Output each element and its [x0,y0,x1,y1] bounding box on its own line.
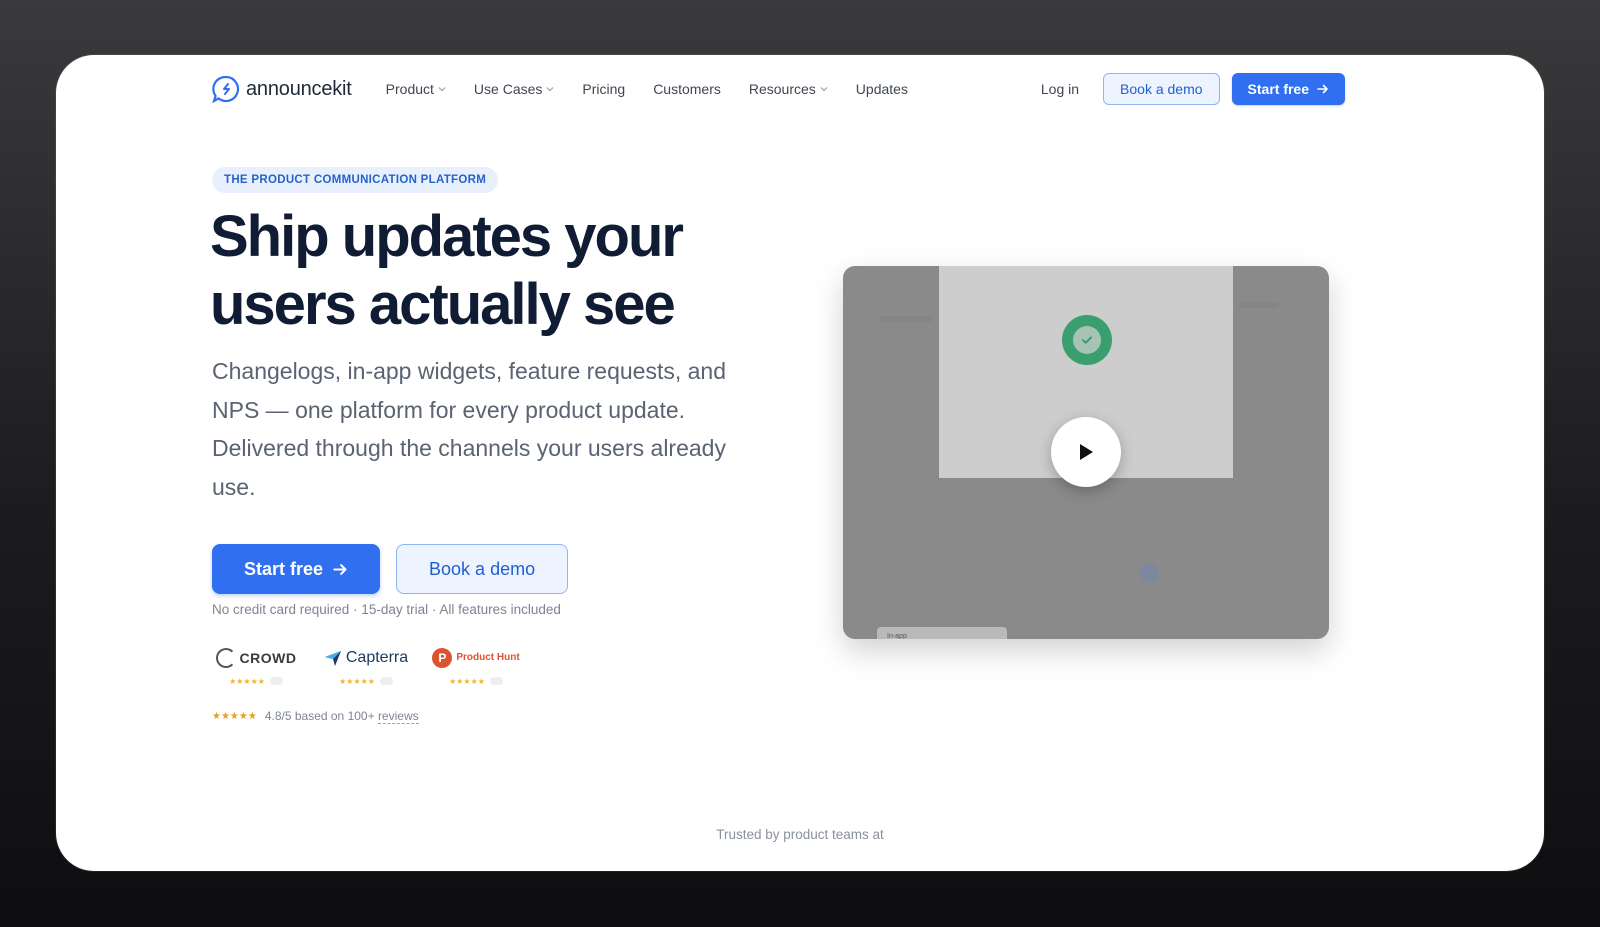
rating-stars-icon: ★★★★★ [212,710,257,722]
nav-item-label: Pricing [582,81,626,97]
reviews-link[interactable]: reviews [377,709,419,724]
nav-item-product[interactable]: Product [386,81,446,97]
nav-links: Product Use Cases Pricing Customers Reso… [386,81,908,97]
video-tab-label: In-app [877,627,1007,639]
g2-crowd-badge[interactable]: CROWD ★★★★★ [212,643,300,689]
capterra-name: Capterra [345,648,409,666]
hero-start-free-label: Start free [244,558,324,579]
nav-item-label: Customers [653,81,721,97]
hero-book-demo-label: Book a demo [429,558,536,579]
nav-actions: Log in Book a demo Start free [1041,73,1345,105]
review-badges: CROWD ★★★★★ Capterra ★★★★★ P Product Hun… [212,643,520,689]
capterra-badge[interactable]: Capterra ★★★★★ [322,643,410,689]
product-video[interactable]: In-app [843,266,1329,639]
chevron-down-icon [438,87,446,92]
eyebrow-badge: THE PRODUCT COMMUNICATION PLATFORM [212,167,499,193]
hero-cta-row: Start free Book a demo [212,544,569,594]
trusted-by-heading: Trusted by product teams at [716,827,884,842]
chevron-down-icon [820,87,828,92]
play-button[interactable] [1051,417,1121,487]
nav-item-label: Updates [855,81,908,97]
hero-start-free-button[interactable]: Start free [212,544,381,594]
chevron-down-icon [546,87,554,92]
play-icon [1080,444,1093,460]
hero-subhead: Changelogs, in-app widgets, feature requ… [212,358,726,500]
arrow-right-icon [333,563,347,575]
arrow-right-icon [1317,84,1328,94]
announcekit-logo-icon [212,75,240,103]
g2-crowd-logo-icon [215,647,236,668]
nav-item-pricing[interactable]: Pricing [582,81,625,97]
book-demo-button[interactable]: Book a demo [1103,73,1220,105]
book-demo-label: Book a demo [1120,81,1203,97]
star-rating-icon: ★★★★★ [339,677,393,686]
start-free-button[interactable]: Start free [1231,73,1345,105]
placeholder-bar [879,316,933,322]
top-navigation: announcekit Product Use Cases Pricing Cu… [212,71,1345,107]
trial-fineprint: No credit card required · 15-day trial ·… [212,602,561,617]
logo-text: announcekit [246,77,352,100]
nav-item-label: Use Cases [473,81,543,97]
nav-item-updates[interactable]: Updates [856,81,908,97]
hero-headline: Ship updates your users actually see [210,203,770,339]
product-hunt-name: Product Hunt [456,652,520,663]
star-rating-icon: ★★★★★ [229,677,283,686]
headline-line-2: users actually see [210,272,676,337]
product-hunt-badge[interactable]: P Product Hunt ★★★★★ [432,643,520,689]
nav-item-label: Product [385,81,434,97]
rating-text: 4.8/5 based on 100+ reviews [264,709,419,724]
widget-dot-icon [1139,563,1159,583]
login-link[interactable]: Log in [1041,81,1079,97]
capterra-logo-icon [324,650,341,666]
product-hunt-logo-icon: P [432,647,453,668]
nav-item-customers[interactable]: Customers [653,81,721,97]
nav-item-resources[interactable]: Resources [749,81,828,97]
check-icon [1062,315,1112,365]
star-rating-icon: ★★★★★ [449,677,503,686]
start-free-label: Start free [1247,81,1309,97]
nav-item-use-cases[interactable]: Use Cases [474,81,554,97]
placeholder-bar [1239,302,1279,308]
browser-window: announcekit Product Use Cases Pricing Cu… [56,55,1544,871]
nav-item-label: Resources [748,81,816,97]
headline-line-1: Ship updates your [210,204,684,269]
g2-crowd-name: CROWD [239,649,297,666]
aggregate-rating: ★★★★★ 4.8/5 based on 100+ reviews [212,709,419,724]
logo[interactable]: announcekit [212,75,352,103]
hero-book-demo-button[interactable]: Book a demo [396,544,569,594]
